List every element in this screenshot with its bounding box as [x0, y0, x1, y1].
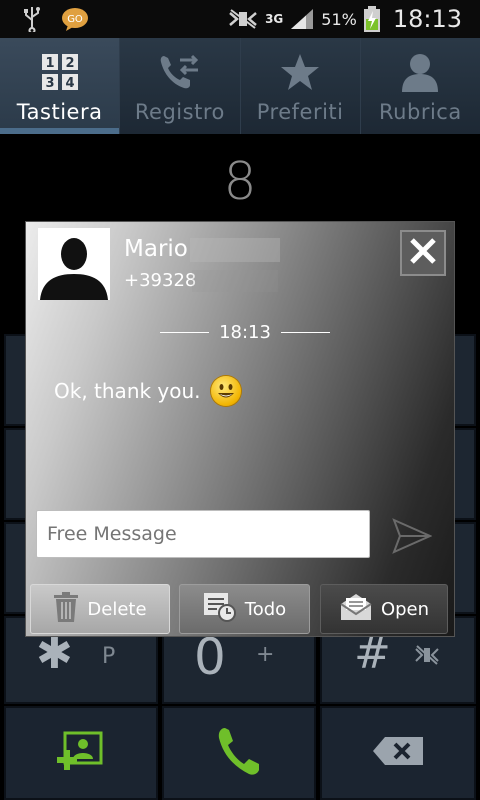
clock: 18:13	[392, 5, 462, 33]
close-button[interactable]	[400, 230, 446, 276]
tab-keypad-label: Tastiera	[16, 100, 103, 124]
contact-number: +39328	[124, 270, 197, 291]
smiley-emoji-icon	[210, 376, 241, 406]
add-to-contacts-button[interactable]	[4, 706, 158, 800]
svg-text:3: 3	[45, 76, 54, 91]
tab-contacts[interactable]: Rubrica	[361, 38, 480, 134]
tab-contacts-label: Rubrica	[379, 100, 462, 124]
popup-actions: Delete Todo Open	[30, 584, 450, 634]
add-contact-icon	[57, 731, 105, 775]
close-icon	[409, 237, 437, 269]
send-button[interactable]	[392, 518, 433, 554]
redacted-number	[192, 270, 278, 292]
tab-bar: 1 2 3 4 Tastiera Registro Preferiti Rubr…	[0, 38, 480, 134]
signal-icon	[289, 7, 315, 31]
todo-button[interactable]: Todo	[179, 584, 310, 634]
key-0-sub: +	[256, 642, 275, 667]
star-icon	[280, 52, 320, 92]
message-time: 18:13	[219, 322, 271, 343]
delete-button[interactable]: Delete	[30, 584, 170, 634]
todo-label: Todo	[244, 598, 287, 620]
open-envelope-icon	[339, 592, 373, 627]
network-3g-icon: 3G	[265, 11, 284, 26]
delete-label: Delete	[87, 598, 147, 620]
divider-line	[280, 332, 330, 333]
keypad-icon: 1 2 3 4	[40, 52, 80, 92]
usb-icon	[22, 6, 42, 32]
message-time-divider: 18:13	[160, 322, 330, 343]
battery-charging-icon	[363, 5, 381, 33]
svg-text:GO: GO	[67, 14, 83, 25]
open-label: Open	[380, 598, 430, 620]
backspace-button[interactable]	[320, 706, 476, 800]
dialer-action-bar	[0, 706, 480, 800]
tab-call-log-label: Registro	[134, 100, 225, 124]
send-icon	[392, 518, 433, 558]
redacted-surname	[190, 238, 280, 262]
messenger-icon: GO	[60, 6, 90, 32]
phone-icon	[217, 726, 261, 780]
backspace-icon	[373, 737, 423, 769]
call-log-icon	[158, 52, 202, 92]
reply-input[interactable]	[36, 510, 370, 558]
key-star-sub: P	[102, 644, 116, 669]
avatar	[38, 228, 110, 300]
key-0-symbol: 0	[194, 628, 226, 686]
message-popup: Mario +39328 18:13 Ok, thank you. Delete	[26, 222, 454, 636]
todo-clock-icon	[203, 592, 237, 627]
battery-percent: 51%	[321, 9, 357, 29]
silent-mode-icon	[227, 8, 259, 30]
tab-favorites-label: Preferiti	[256, 100, 344, 124]
tab-keypad[interactable]: 1 2 3 4 Tastiera	[0, 38, 121, 134]
trash-icon	[53, 591, 79, 627]
silent-mode-icon	[414, 644, 440, 670]
svg-text:4: 4	[65, 76, 74, 91]
call-button[interactable]	[162, 706, 316, 800]
divider-line	[160, 332, 210, 333]
message-text: Ok, thank you.	[54, 379, 201, 403]
dialed-number-display[interactable]: 8	[0, 152, 480, 212]
tab-call-log[interactable]: Registro	[120, 38, 241, 134]
svg-text:1: 1	[45, 56, 54, 71]
tab-favorites[interactable]: Preferiti	[241, 38, 361, 134]
status-bar: GO 3G 51% 18:13	[0, 0, 480, 38]
contact-icon	[400, 52, 440, 92]
message-body: Ok, thank you.	[54, 376, 241, 406]
svg-text:2: 2	[65, 56, 74, 71]
contact-name: Mario	[124, 236, 188, 262]
open-button[interactable]: Open	[320, 584, 448, 634]
